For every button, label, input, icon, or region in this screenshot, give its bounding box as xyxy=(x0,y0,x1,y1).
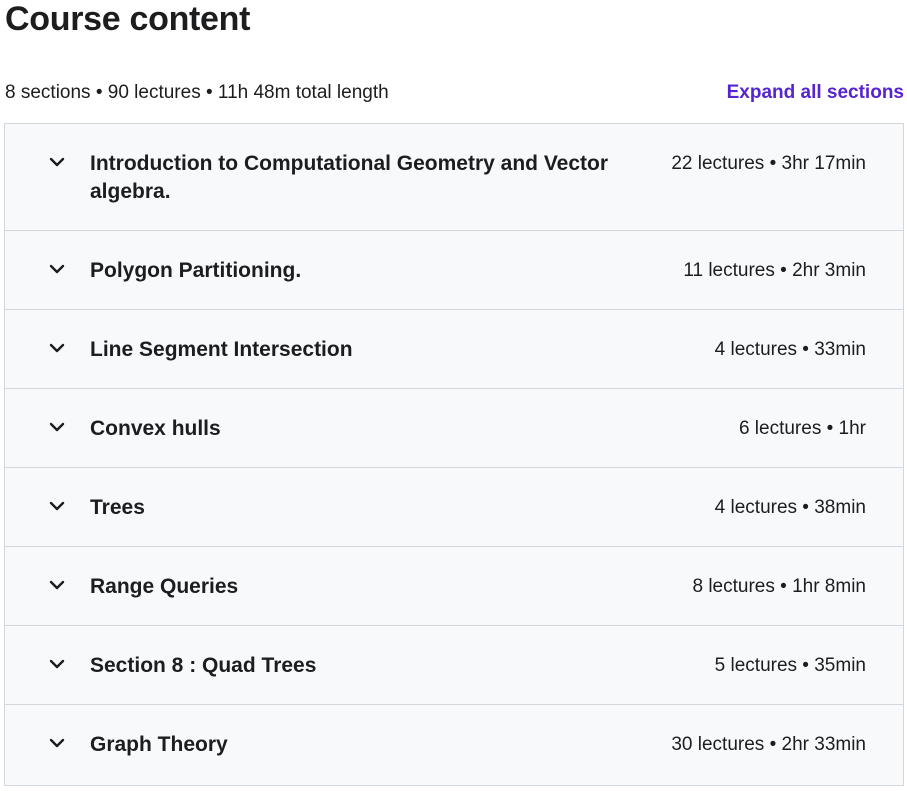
section-item-8[interactable]: Graph Theory 30 lectures • 2hr 33min xyxy=(5,705,903,785)
chevron-down-icon xyxy=(47,417,67,437)
section-item-4[interactable]: Convex hulls 6 lectures • 1hr xyxy=(5,389,903,468)
section-item-6[interactable]: Range Queries 8 lectures • 1hr 8min xyxy=(5,547,903,626)
section-meta: 5 lectures • 35min xyxy=(714,655,866,676)
chevron-down-icon xyxy=(47,733,67,753)
section-title: Introduction to Computational Geometry a… xyxy=(90,152,609,203)
chevron-down-icon xyxy=(47,654,67,674)
expand-all-sections-button[interactable]: Expand all sections xyxy=(727,82,904,104)
section-list: Introduction to Computational Geometry a… xyxy=(4,123,904,786)
chevron-down-icon xyxy=(47,575,67,595)
section-item-2[interactable]: Polygon Partitioning. 11 lectures • 2hr … xyxy=(5,231,903,310)
section-item-3[interactable]: Line Segment Intersection 4 lectures • 3… xyxy=(5,310,903,389)
section-title: Polygon Partitioning. xyxy=(90,259,302,282)
chevron-down-icon xyxy=(47,152,67,172)
section-title: Convex hulls xyxy=(90,417,221,440)
section-title: Section 8 : Quad Trees xyxy=(90,654,317,677)
course-summary-row: 8 sections • 90 lectures • 11h 48m total… xyxy=(5,80,904,106)
section-meta: 4 lectures • 33min xyxy=(714,339,866,360)
section-meta: 22 lectures • 3hr 17min xyxy=(671,153,866,174)
chevron-down-icon xyxy=(47,496,67,516)
section-item-7[interactable]: Section 8 : Quad Trees 5 lectures • 35mi… xyxy=(5,626,903,705)
section-meta: 4 lectures • 38min xyxy=(714,497,866,518)
section-title: Graph Theory xyxy=(90,733,228,756)
section-item-5[interactable]: Trees 4 lectures • 38min xyxy=(5,468,903,547)
course-summary-text: 8 sections • 90 lectures • 11h 48m total… xyxy=(5,82,389,103)
section-meta: 8 lectures • 1hr 8min xyxy=(692,576,866,597)
section-meta: 6 lectures • 1hr xyxy=(738,418,866,439)
chevron-down-icon xyxy=(47,259,67,279)
chevron-down-icon xyxy=(47,338,67,358)
section-title: Range Queries xyxy=(90,575,239,598)
section-meta: 11 lectures • 2hr 3min xyxy=(683,260,866,281)
section-meta: 30 lectures • 2hr 33min xyxy=(671,734,866,755)
section-title: Trees xyxy=(90,496,145,519)
section-item-1[interactable]: Introduction to Computational Geometry a… xyxy=(5,124,903,231)
section-title: Line Segment Intersection xyxy=(90,338,353,361)
page-title: Course content xyxy=(5,0,251,38)
